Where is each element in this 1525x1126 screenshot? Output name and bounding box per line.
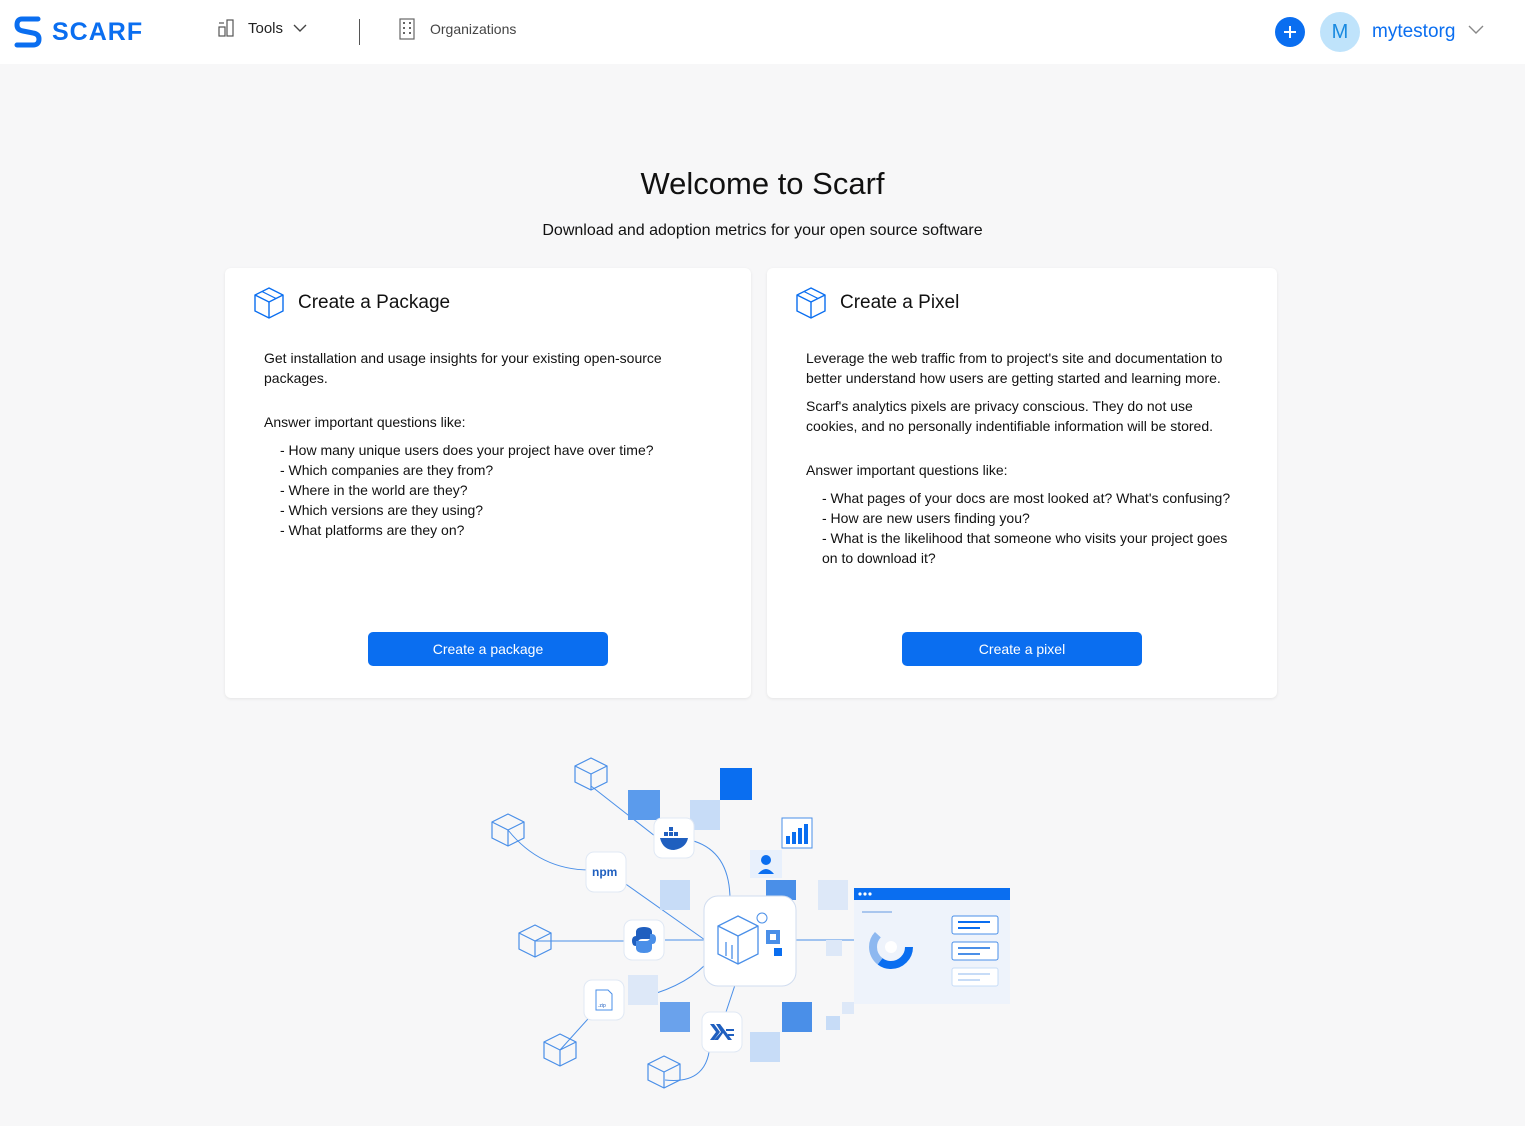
- list-item: - What pages of your docs are most looke…: [822, 490, 1231, 506]
- card-header: Create a Pixel: [794, 286, 959, 320]
- cube-icon: [647, 1055, 681, 1089]
- create-pixel-button[interactable]: Create a pixel: [902, 632, 1142, 666]
- list-item: - How many unique users does your projec…: [280, 442, 654, 458]
- chevron-down-icon[interactable]: [1468, 24, 1484, 36]
- card-title: Create a Package: [298, 292, 451, 313]
- package-box-icon: [796, 287, 826, 319]
- page-title: Welcome to Scarf: [640, 166, 885, 201]
- questions-heading: Answer important questions like:: [264, 414, 466, 430]
- card-description: Leverage the web traffic from to project…: [806, 348, 1236, 568]
- plus-icon: [1284, 26, 1296, 38]
- privacy-note: Scarf's analytics pixels are privacy con…: [806, 398, 1214, 434]
- top-nav-bar: SCARF Tools Organizations M mytestorg: [0, 0, 1525, 64]
- create-package-button[interactable]: Create a package: [368, 632, 608, 666]
- organizations-label: Organizations: [430, 21, 517, 37]
- create-new-button[interactable]: [1275, 17, 1305, 47]
- card-intro: Get installation and usage insights for …: [264, 350, 662, 386]
- card-intro: Leverage the web traffic from to project…: [806, 350, 1223, 386]
- ecosystem-illustration: npm .zip: [491, 757, 1010, 1089]
- tools-label: Tools: [248, 19, 284, 37]
- cube-icon: [574, 757, 608, 791]
- brand-name: SCARF: [52, 17, 144, 46]
- org-switcher-label[interactable]: mytestorg: [1372, 21, 1455, 43]
- npm-label: npm: [592, 865, 617, 879]
- list-item: - Which companies are they from?: [280, 462, 494, 478]
- list-item: - How are new users finding you?: [822, 510, 1030, 526]
- card-title: Create a Pixel: [840, 292, 960, 313]
- chevron-down-icon: [293, 24, 307, 32]
- package-box-icon: [254, 287, 284, 319]
- questions-list: - How many unique users does your projec…: [264, 440, 704, 540]
- list-item: - Which versions are they using?: [280, 502, 484, 518]
- create-package-card: Create a Package Get installation and us…: [225, 268, 751, 698]
- list-item: - What is the likelihood that someone wh…: [822, 530, 1228, 566]
- list-item: - Where in the world are they?: [280, 482, 468, 498]
- tools-icon: [218, 19, 234, 37]
- scarf-logo-icon: [14, 16, 42, 48]
- cube-icon: [543, 1033, 577, 1067]
- building-icon: [399, 18, 415, 40]
- avatar[interactable]: M: [1320, 12, 1360, 52]
- card-header: Create a Package: [252, 286, 450, 320]
- svg-text:.zip: .zip: [598, 1003, 606, 1009]
- list-item: - What platforms are they on?: [280, 522, 465, 538]
- questions-heading: Answer important questions like:: [806, 462, 1008, 478]
- create-pixel-card: Create a Pixel Leverage the web traffic …: [767, 268, 1277, 698]
- tools-menu[interactable]: Tools: [218, 19, 307, 37]
- cube-icon: [491, 813, 525, 847]
- organizations-link[interactable]: Organizations: [398, 18, 516, 40]
- page-subtitle: Download and adoption metrics for your o…: [542, 222, 983, 239]
- nav-divider: [359, 19, 360, 45]
- questions-list: - What pages of your docs are most looke…: [806, 488, 1236, 568]
- card-description: Get installation and usage insights for …: [264, 348, 704, 540]
- scarf-logo[interactable]: SCARF: [14, 16, 143, 48]
